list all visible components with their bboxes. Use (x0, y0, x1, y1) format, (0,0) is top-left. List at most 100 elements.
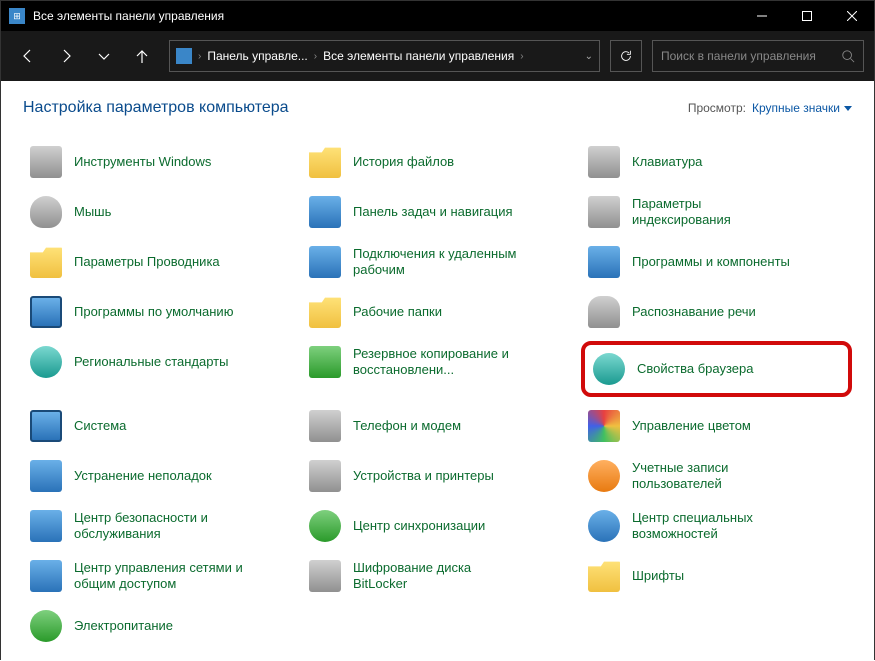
item-mouse[interactable]: Мышь (23, 191, 294, 233)
printer-icon (309, 460, 341, 492)
sync-icon (309, 510, 341, 542)
globe-settings-icon (593, 353, 625, 385)
item-label: Управление цветом (632, 418, 751, 434)
items-grid: Инструменты Windows История файлов Клави… (23, 141, 852, 647)
item-user-accounts[interactable]: Учетные записи пользователей (581, 455, 852, 497)
minimize-button[interactable] (739, 1, 784, 31)
item-label: Мышь (74, 204, 111, 220)
up-button[interactable] (125, 39, 159, 73)
view-mode-value: Крупные значки (752, 101, 840, 115)
item-label: Электропитание (74, 618, 173, 634)
programs-icon (588, 246, 620, 278)
flag-icon (30, 510, 62, 542)
item-label: История файлов (353, 154, 454, 170)
system-icon (30, 410, 62, 442)
search-icon (841, 49, 855, 63)
network-icon (30, 560, 62, 592)
item-label: Устройства и принтеры (353, 468, 494, 484)
mouse-icon (30, 196, 62, 228)
item-label: Шрифты (632, 568, 684, 584)
maximize-button[interactable] (784, 1, 829, 31)
item-label: Распознавание речи (632, 304, 756, 320)
history-icon (309, 146, 341, 178)
item-file-history[interactable]: История файлов (302, 141, 573, 183)
item-network-sharing[interactable]: Центр управления сетями и общим доступом (23, 555, 294, 597)
item-label: Свойства браузера (637, 361, 753, 377)
item-label: Центр синхронизации (353, 518, 485, 534)
item-phone-modem[interactable]: Телефон и модем (302, 405, 573, 447)
item-security-maintenance[interactable]: Центр безопасности и обслуживания (23, 505, 294, 547)
item-label: Инструменты Windows (74, 154, 211, 170)
view-label: Просмотр: (688, 101, 746, 115)
item-label: Центр безопасности и обслуживания (74, 510, 244, 541)
refresh-button[interactable] (610, 40, 642, 72)
item-remote-desktop[interactable]: Подключения к удаленным рабочим (302, 241, 573, 283)
globe-icon (30, 346, 62, 378)
gear-icon (30, 146, 62, 178)
item-label: Устранение неполадок (74, 468, 212, 484)
recent-dropdown[interactable] (87, 39, 121, 73)
work-folders-icon (309, 296, 341, 328)
users-icon (588, 460, 620, 492)
keyboard-icon (588, 146, 620, 178)
item-indexing[interactable]: Параметры индексирования (581, 191, 852, 233)
item-windows-tools[interactable]: Инструменты Windows (23, 141, 294, 183)
fonts-icon (588, 560, 620, 592)
item-explorer-options[interactable]: Параметры Проводника (23, 241, 294, 283)
item-label: Параметры индексирования (632, 196, 802, 227)
item-label: Программы и компоненты (632, 254, 790, 270)
item-label: Шифрование диска BitLocker (353, 560, 523, 591)
item-label: Клавиатура (632, 154, 702, 170)
address-dropdown-icon[interactable]: ⌄ (585, 51, 593, 62)
back-button[interactable] (11, 39, 45, 73)
item-sync-center[interactable]: Центр синхронизации (302, 505, 573, 547)
item-devices-printers[interactable]: Устройства и принтеры (302, 455, 573, 497)
item-programs-features[interactable]: Программы и компоненты (581, 241, 852, 283)
item-backup-restore[interactable]: Резервное копирование и восстановлени... (302, 341, 573, 383)
power-icon (30, 610, 62, 642)
location-icon (176, 48, 192, 64)
item-internet-options[interactable]: Свойства браузера (581, 341, 852, 397)
close-button[interactable] (829, 1, 874, 31)
item-troubleshooting[interactable]: Устранение неполадок (23, 455, 294, 497)
window-title: Все элементы панели управления (33, 9, 739, 23)
item-label: Резервное копирование и восстановлени... (353, 346, 523, 377)
item-fonts[interactable]: Шрифты (581, 555, 852, 597)
chevron-icon: › (312, 51, 319, 62)
item-keyboard[interactable]: Клавиатура (581, 141, 852, 183)
item-label: Центр специальных возможностей (632, 510, 802, 541)
phone-icon (309, 410, 341, 442)
breadcrumb-current[interactable]: Все элементы панели управления (323, 49, 514, 63)
item-label: Параметры Проводника (74, 254, 220, 270)
item-power-options[interactable]: Электропитание (23, 605, 294, 647)
item-default-programs[interactable]: Программы по умолчанию (23, 291, 294, 333)
item-color-management[interactable]: Управление цветом (581, 405, 852, 447)
view-mode-dropdown[interactable]: Крупные значки (752, 101, 852, 115)
backup-icon (309, 346, 341, 378)
item-ease-of-access[interactable]: Центр специальных возможностей (581, 505, 852, 547)
item-label: Подключения к удаленным рабочим (353, 246, 523, 277)
content-area: Настройка параметров компьютера Просмотр… (1, 81, 874, 661)
search-input[interactable]: Поиск в панели управления (652, 40, 864, 72)
forward-button[interactable] (49, 39, 83, 73)
address-bar[interactable]: › Панель управле... › Все элементы панел… (169, 40, 600, 72)
chevron-icon: › (196, 51, 203, 62)
item-system[interactable]: Система (23, 405, 294, 447)
titlebar: ⊞ Все элементы панели управления (1, 1, 874, 31)
microphone-icon (588, 296, 620, 328)
item-label: Программы по умолчанию (74, 304, 233, 320)
taskbar-icon (309, 196, 341, 228)
page-title: Настройка параметров компьютера (23, 99, 688, 117)
item-label: Телефон и модем (353, 418, 461, 434)
item-label: Центр управления сетями и общим доступом (74, 560, 244, 591)
item-taskbar[interactable]: Панель задач и навигация (302, 191, 573, 233)
item-label: Региональные стандарты (74, 354, 228, 370)
item-label: Система (74, 418, 126, 434)
item-speech[interactable]: Распознавание речи (581, 291, 852, 333)
color-icon (588, 410, 620, 442)
item-bitlocker[interactable]: Шифрование диска BitLocker (302, 555, 573, 597)
item-region[interactable]: Региональные стандарты (23, 341, 294, 383)
item-label: Рабочие папки (353, 304, 442, 320)
breadcrumb-root[interactable]: Панель управле... (207, 49, 307, 63)
item-work-folders[interactable]: Рабочие папки (302, 291, 573, 333)
